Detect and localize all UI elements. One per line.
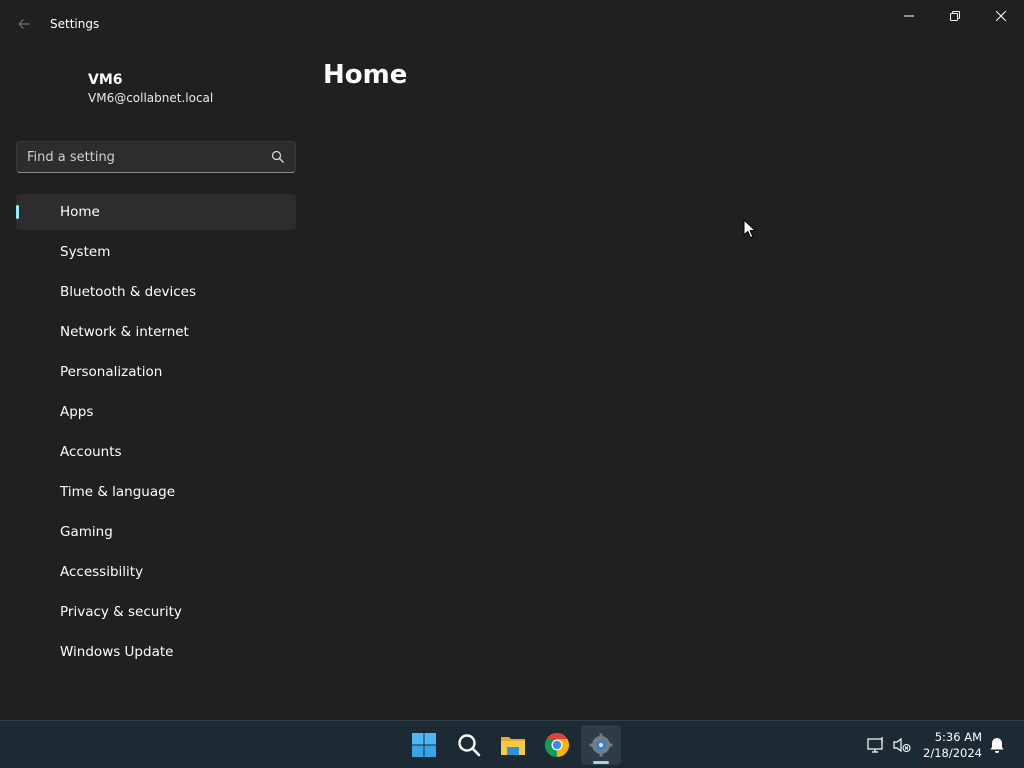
file-explorer-button[interactable] [493, 725, 533, 765]
nav-item-system[interactable]: System [16, 234, 296, 270]
minimize-button[interactable] [886, 0, 932, 32]
network-status-icon[interactable] [866, 735, 886, 755]
nav-item-label: Apps [60, 404, 94, 420]
nav-item-bluetooth-devices[interactable]: Bluetooth & devices [16, 274, 296, 310]
chrome-icon [544, 732, 570, 757]
close-button[interactable] [978, 0, 1024, 32]
nav-item-windows-update[interactable]: Windows Update [16, 634, 296, 670]
notification-bell-icon[interactable] [987, 735, 1007, 755]
settings-taskbar-button[interactable] [581, 725, 621, 765]
personalization-icon [30, 363, 48, 381]
back-button[interactable] [12, 12, 36, 36]
accounts-icon [30, 443, 48, 461]
nav-menu: Home System Bluetooth & devices Network … [16, 194, 296, 674]
profile-name: VM6 [88, 72, 123, 88]
search-input[interactable] [27, 142, 267, 172]
settings-icon [589, 733, 613, 757]
page-title: Home [323, 60, 408, 90]
nav-item-label: Accessibility [60, 564, 144, 580]
volume-muted-icon[interactable] [892, 735, 912, 755]
nav-item-privacy-security[interactable]: Privacy & security [16, 594, 296, 630]
nav-item-apps[interactable]: Apps [16, 394, 296, 430]
restore-icon [950, 11, 960, 21]
nav-item-label: Time & language [60, 484, 176, 500]
nav-item-label: Bluetooth & devices [60, 284, 197, 300]
windows-update-icon [30, 643, 48, 661]
search-box[interactable] [16, 141, 296, 173]
system-clock[interactable]: 5:36 AM 2/18/2024 [918, 729, 982, 761]
chrome-button[interactable] [537, 725, 577, 765]
back-arrow-icon [18, 19, 30, 29]
nav-item-label: Gaming [60, 524, 113, 540]
gaming-icon [30, 523, 48, 541]
system-icon [30, 243, 48, 261]
file-explorer-icon [501, 737, 525, 755]
clock-date: 2/18/2024 [923, 746, 982, 760]
selection-indicator [16, 205, 19, 219]
window-title: Settings [50, 17, 100, 31]
nav-item-network-internet[interactable]: Network & internet [16, 314, 296, 350]
settings-window: Settings VM6 VM6@collabnet.local Find a … [0, 0, 1024, 720]
nav-item-time-language[interactable]: Time & language [16, 474, 296, 510]
network-icon [30, 323, 48, 341]
title-bar: Settings [0, 0, 1024, 48]
nav-item-label: Home [60, 204, 100, 220]
nav-item-accessibility[interactable]: Accessibility [16, 554, 296, 590]
nav-item-accounts[interactable]: Accounts [16, 434, 296, 470]
active-app-indicator [593, 761, 609, 764]
nav-item-personalization[interactable]: Personalization [16, 354, 296, 390]
nav-item-gaming[interactable]: Gaming [16, 514, 296, 550]
nav-item-label: Privacy & security [60, 604, 182, 620]
minimize-icon [904, 15, 914, 17]
nav-item-label: Accounts [60, 444, 122, 460]
mouse-cursor-icon [743, 219, 756, 239]
user-profile[interactable]: VM6 VM6@collabnet.local [16, 60, 296, 124]
start-button[interactable] [404, 725, 444, 765]
nav-item-label: Network & internet [60, 324, 189, 340]
avatar[interactable] [16, 60, 76, 120]
start-icon [412, 733, 436, 757]
accessibility-icon [30, 563, 48, 581]
bluetooth-icon [30, 283, 48, 301]
privacy-icon [30, 603, 48, 621]
nav-item-label: System [60, 244, 111, 260]
nav-item-label: Windows Update [60, 644, 174, 660]
apps-icon [30, 403, 48, 421]
nav-item-home[interactable]: Home [16, 194, 296, 230]
clock-time: 5:36 AM [934, 730, 982, 744]
nav-item-label: Personalization [60, 364, 163, 380]
profile-email: VM6@collabnet.local [88, 91, 214, 105]
home-icon [30, 203, 48, 221]
taskbar: 5:36 AM 2/18/2024 [0, 720, 1024, 768]
search-icon [458, 734, 481, 757]
search-icon[interactable] [271, 150, 285, 164]
time-language-icon [30, 483, 48, 501]
taskbar-search-button[interactable] [449, 725, 489, 765]
close-icon [996, 11, 1006, 21]
restore-button[interactable] [932, 0, 978, 32]
